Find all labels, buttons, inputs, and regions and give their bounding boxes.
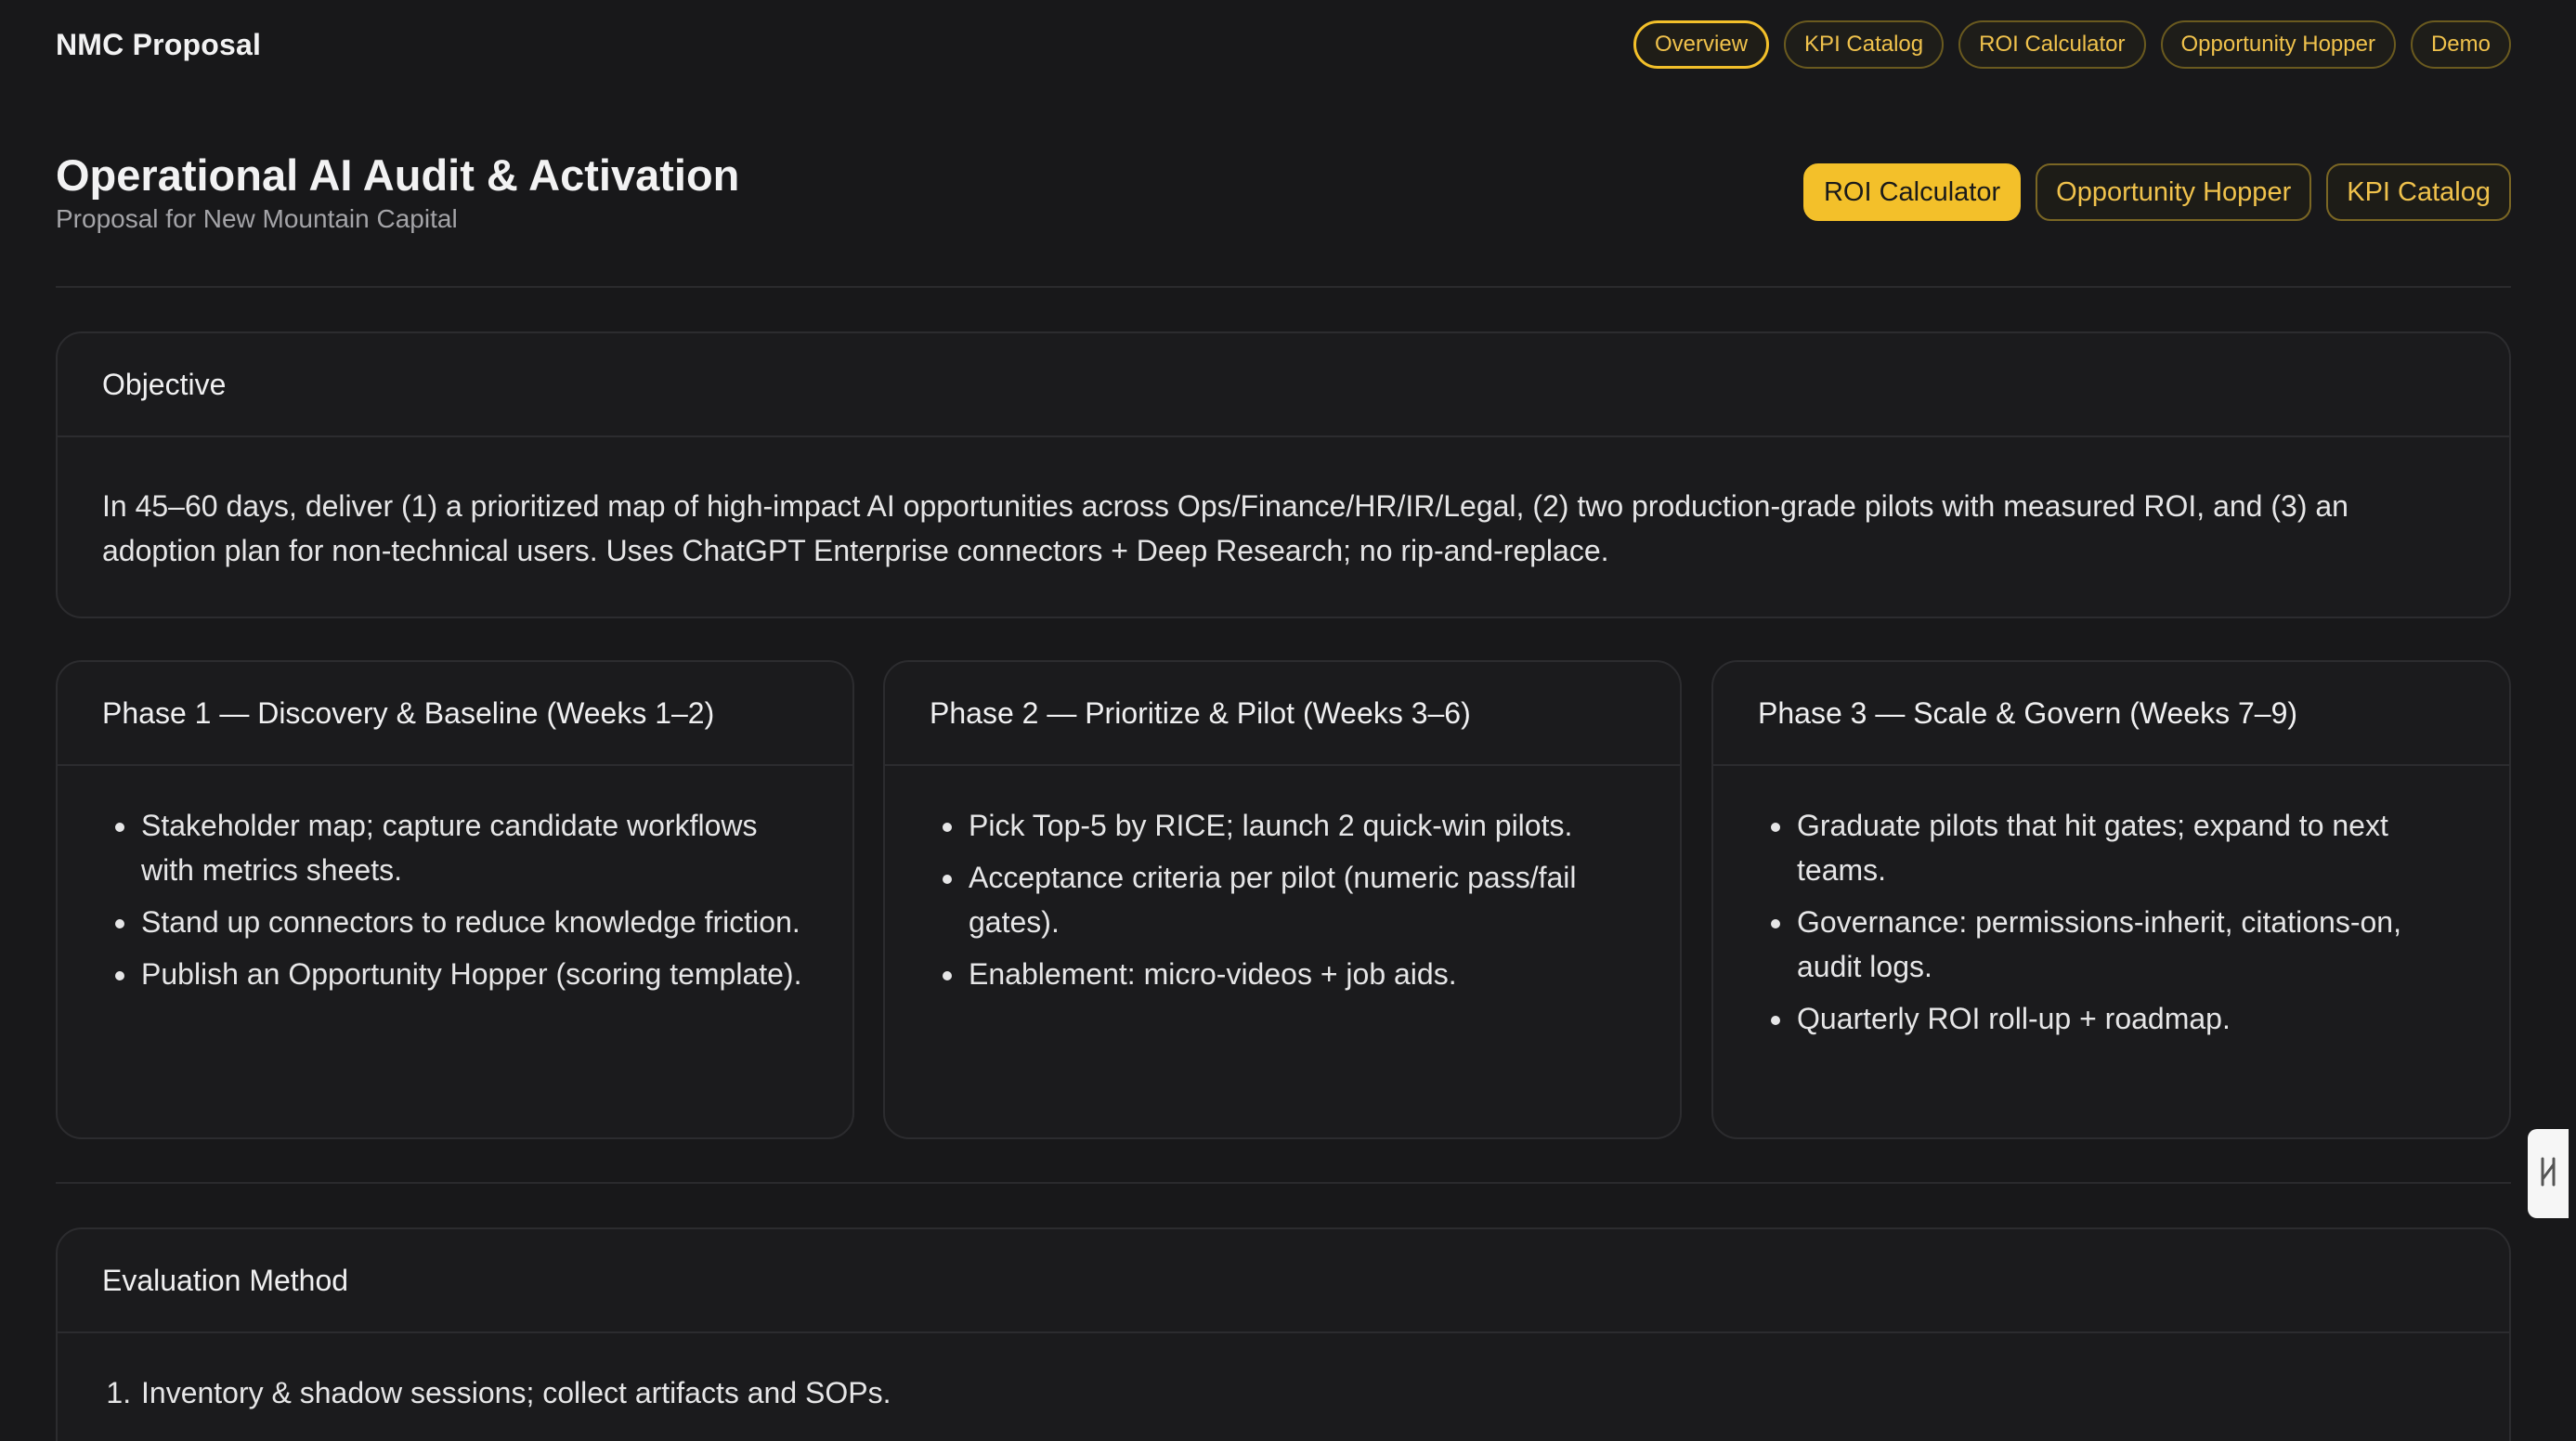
nav-opportunity-hopper[interactable]: Opportunity Hopper [2160, 20, 2396, 69]
header-actions: ROI Calculator Opportunity Hopper KPI Ca… [1802, 163, 2511, 221]
opportunity-hopper-button[interactable]: Opportunity Hopper [2036, 163, 2312, 221]
list-item: Quarterly ROI roll-up + roadmap. [1795, 996, 2465, 1041]
phase-3-heading: Phase 3 — Scale & Govern (Weeks 7–9) [1713, 662, 2509, 766]
phase-2-body: Pick Top-5 by RICE; launch 2 quick-win p… [885, 766, 1680, 1041]
evaluation-card: Evaluation Method Inventory & shadow ses… [56, 1227, 2511, 1441]
phase-3-card: Phase 3 — Scale & Govern (Weeks 7–9) Gra… [1711, 660, 2511, 1139]
phase-2-card: Phase 2 — Prioritize & Pilot (Weeks 3–6)… [883, 660, 1682, 1139]
nav-kpi-catalog[interactable]: KPI Catalog [1784, 20, 1945, 69]
kpi-catalog-button[interactable]: KPI Catalog [2326, 163, 2511, 221]
list-item: Stand up connectors to reduce knowledge … [139, 900, 808, 944]
nav-overview[interactable]: Overview [1633, 20, 1770, 69]
roi-calculator-button[interactable]: ROI Calculator [1802, 163, 2022, 221]
phase-1-card: Phase 1 — Discovery & Baseline (Weeks 1–… [56, 660, 854, 1139]
objective-body: In 45–60 days, deliver (1) a prioritized… [58, 437, 2509, 610]
section-divider [56, 1182, 2511, 1184]
list-item: Governance: permissions-inherit, citatio… [1795, 900, 2465, 989]
phase-2-list: Pick Top-5 by RICE; launch 2 quick-win p… [930, 803, 1635, 996]
nav-demo[interactable]: Demo [2410, 20, 2511, 69]
side-panel-handle[interactable] [2528, 1129, 2569, 1218]
list-item: Stakeholder map; capture candidate workf… [139, 803, 808, 892]
evaluation-steps: Inventory & shadow sessions; collect art… [102, 1370, 2465, 1415]
header-divider [56, 286, 2511, 288]
evaluation-heading: Evaluation Method [58, 1229, 2509, 1333]
phase-3-body: Graduate pilots that hit gates; expand t… [1713, 766, 2509, 1085]
phase-3-list: Graduate pilots that hit gates; expand t… [1758, 803, 2465, 1041]
phase-1-list: Stakeholder map; capture candidate workf… [102, 803, 808, 996]
list-item: Pick Top-5 by RICE; launch 2 quick-win p… [967, 803, 1635, 848]
sidebar-toggle-icon [2537, 1155, 2559, 1193]
objective-card: Objective In 45–60 days, deliver (1) a p… [56, 331, 2511, 618]
list-item: Publish an Opportunity Hopper (scoring t… [139, 952, 808, 996]
evaluation-body: Inventory & shadow sessions; collect art… [58, 1333, 2509, 1441]
list-item: Inventory & shadow sessions; collect art… [139, 1370, 2465, 1415]
list-item: Graduate pilots that hit gates; expand t… [1795, 803, 2465, 892]
page-header: Operational AI Audit & Activation Propos… [56, 149, 2511, 251]
phase-1-body: Stakeholder map; capture candidate workf… [58, 766, 852, 1041]
brand-title: NMC Proposal [56, 27, 262, 61]
list-item: Enablement: micro-videos + job aids. [967, 952, 1635, 996]
top-bar: NMC Proposal Overview KPI Catalog ROI Ca… [56, 19, 2511, 71]
objective-text: In 45–60 days, deliver (1) a prioritized… [102, 489, 2348, 567]
page: NMC Proposal Overview KPI Catalog ROI Ca… [0, 0, 2576, 1441]
nav-roi-calculator[interactable]: ROI Calculator [1958, 20, 2146, 69]
objective-heading: Objective [58, 333, 2509, 437]
phase-2-heading: Phase 2 — Prioritize & Pilot (Weeks 3–6) [885, 662, 1680, 766]
top-nav: Overview KPI Catalog ROI Calculator Oppo… [1633, 20, 2511, 69]
phase-1-heading: Phase 1 — Discovery & Baseline (Weeks 1–… [58, 662, 852, 766]
list-item: Acceptance criteria per pilot (numeric p… [967, 855, 1635, 944]
